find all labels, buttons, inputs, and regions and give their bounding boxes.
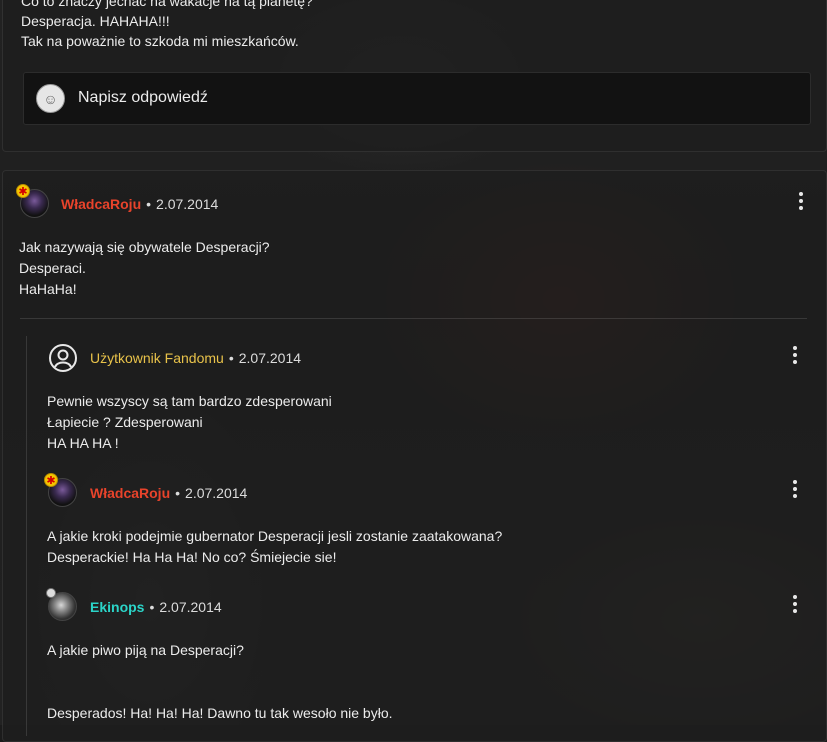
reply-text-line: Desperackie! Ha Ha Ha! No co? Śmiejecie … (47, 549, 337, 565)
comment-text-line: Tak na poważnie to szkoda mi mieszkańców… (21, 33, 299, 49)
reply-date: 2.07.2014 (159, 599, 222, 615)
author-name-link[interactable]: WładcaRoju (61, 196, 141, 212)
comment-date: 2.07.2014 (156, 196, 219, 212)
reply-input[interactable]: ☺ Napisz odpowiedź (23, 72, 811, 125)
comment-text-line: Jak nazywają się obywatele Desperacji? (19, 239, 270, 255)
author-name-link[interactable]: Ekinops (90, 599, 144, 615)
author-name-link[interactable]: WładcaRoju (90, 485, 170, 501)
reply-author-line: Użytkownik Fandomu • 2.07.2014 (90, 350, 302, 366)
author-name-link[interactable]: Użytkownik Fandomu (90, 350, 224, 366)
reply-text-line: Łapiecie ? Zdesperowani (47, 414, 203, 430)
user-avatar-icon: ☺ (36, 84, 65, 113)
kebab-menu-icon[interactable] (792, 595, 798, 613)
user-circle-icon[interactable] (48, 343, 78, 373)
reply-date: 2.07.2014 (238, 350, 302, 366)
reply-text-line: A jakie piwo piją na Desperacji? (47, 642, 244, 658)
star-badge-icon: ✱ (44, 473, 58, 487)
reply-placeholder: Napisz odpowiedź (78, 89, 208, 106)
kebab-menu-icon[interactable] (792, 480, 798, 498)
reply-text-line: A jakie kroki podejmie gubernator Desper… (47, 528, 503, 544)
reply-author-line: WładcaRoju • 2.07.2014 (90, 485, 248, 501)
reply-thread-line (26, 336, 27, 736)
comment-text-line: HaHaHa! (19, 281, 77, 297)
reply-text-line: HA HA HA ! (47, 435, 119, 451)
kebab-menu-icon[interactable] (798, 192, 804, 210)
reply-author-line: Ekinops • 2.07.2014 (90, 599, 222, 615)
reply-text-line: Desperados! Ha! Ha! Ha! Dawno tu tak wes… (47, 705, 393, 721)
previous-comment-card: Co to znaczy jechać na wakacje na tą pla… (2, 0, 827, 152)
comment-text-line: Desperacja. HAHAHA!!! (21, 13, 170, 29)
comment-divider (20, 318, 807, 319)
kebab-menu-icon[interactable] (792, 346, 798, 364)
comment-author-line: WładcaRoju • 2.07.2014 (61, 196, 219, 212)
reply-date: 2.07.2014 (185, 485, 248, 501)
comment-text-line: Co to znaczy jechać na wakacje na tą pla… (21, 0, 313, 9)
reply-text-line: Pewnie wszyscy są tam bardzo zdesperowan… (47, 393, 332, 409)
comment-text-line: Desperaci. (19, 260, 86, 276)
star-badge-icon: ✱ (16, 184, 30, 198)
user-badge-icon (46, 588, 56, 598)
